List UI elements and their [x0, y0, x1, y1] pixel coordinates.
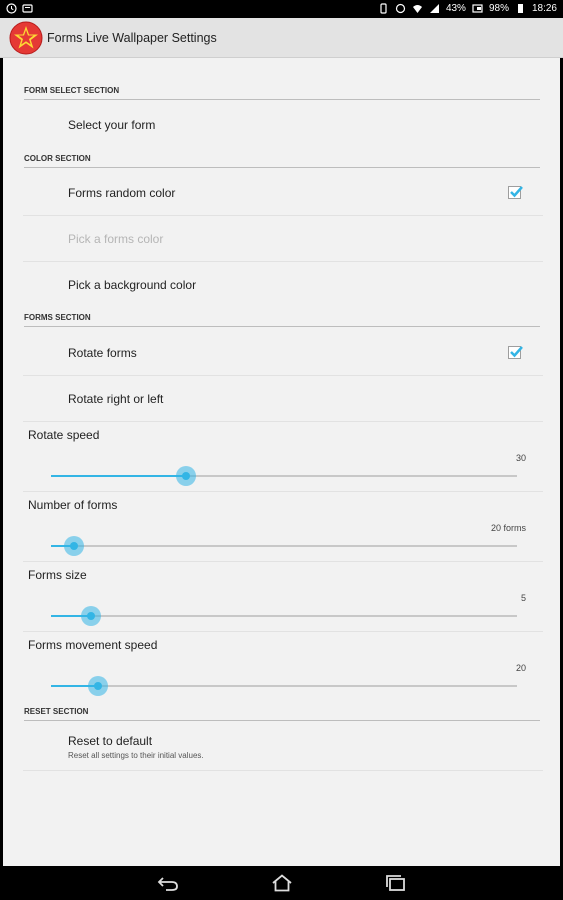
divider: [23, 631, 543, 632]
back-icon[interactable]: [157, 874, 179, 892]
slider-track[interactable]: [51, 676, 517, 696]
status-bar: 43% 98% 18:26: [0, 0, 563, 18]
clock-icon: [6, 3, 17, 14]
slider-value: 5: [520, 593, 526, 603]
slider-thumb[interactable]: [64, 536, 84, 556]
slider-fill: [51, 475, 186, 477]
page-title: Forms Live Wallpaper Settings: [47, 31, 217, 45]
random-color-checkbox[interactable]: [508, 186, 523, 199]
slider-track[interactable]: [51, 466, 517, 486]
vibrate-icon: [380, 3, 387, 14]
divider: [23, 421, 543, 422]
screenshot-icon: [472, 4, 483, 13]
sync-icon: [395, 3, 406, 14]
pref-reset-title: Reset to default: [68, 734, 153, 748]
pref-pick-forms-color-label: Pick a forms color: [68, 232, 164, 246]
rotate-forms-checkbox[interactable]: [508, 346, 523, 359]
pref-pick-background-color-label: Pick a background color: [68, 278, 197, 292]
signal-icon: [429, 4, 439, 13]
slider-track[interactable]: [51, 606, 517, 626]
pref-rotate-forms-label: Rotate forms: [68, 346, 137, 360]
slider-thumb[interactable]: [81, 606, 101, 626]
pref-rotate-forms[interactable]: Rotate forms: [23, 329, 543, 374]
pref-pick-forms-color[interactable]: Pick a forms color: [23, 216, 543, 261]
section-header-color: COLOR SECTION: [24, 154, 540, 168]
pref-random-color-label: Forms random color: [68, 186, 176, 200]
divider: [23, 491, 543, 492]
slider-label: Forms size: [28, 568, 87, 582]
slider-value: 20: [515, 663, 526, 673]
settings-list: FORM SELECT SECTION Select your form COL…: [3, 58, 560, 866]
checkmark-icon: [510, 346, 523, 358]
pref-select-form-label: Select your form: [68, 118, 156, 132]
pref-reset-default[interactable]: Reset to default: [23, 723, 543, 770]
battery-percent-2: 98%: [488, 3, 509, 14]
slider-thumb[interactable]: [176, 466, 196, 486]
action-bar: Forms Live Wallpaper Settings: [0, 18, 563, 58]
slider-label: Forms movement speed: [28, 638, 158, 652]
pref-select-form[interactable]: Select your form: [23, 102, 543, 147]
battery-percent-1: 43%: [445, 3, 466, 14]
pref-rotate-direction[interactable]: Rotate right or left: [23, 376, 543, 421]
slider-label: Rotate speed: [28, 428, 100, 442]
checkmark-icon: [510, 186, 523, 198]
section-header-reset: RESET SECTION: [24, 707, 540, 721]
clock-time: 18:26: [531, 3, 557, 14]
battery-icon: [517, 4, 523, 13]
slider-track[interactable]: [51, 536, 517, 556]
pref-random-color[interactable]: Forms random color: [23, 170, 543, 215]
wifi-icon: [412, 5, 422, 13]
pref-pick-background-color[interactable]: Pick a background color: [23, 262, 543, 307]
slider-label: Number of forms: [28, 498, 118, 512]
slider-value: 30: [515, 453, 526, 463]
slider-thumb[interactable]: [88, 676, 108, 696]
pref-reset-summary: Reset all settings to their initial valu…: [68, 751, 204, 760]
divider: [23, 770, 543, 771]
recents-icon[interactable]: [385, 874, 407, 892]
slider-value: 20 forms: [490, 523, 526, 533]
navigation-bar: [0, 866, 563, 900]
section-header-forms: FORMS SECTION: [24, 313, 540, 327]
notification-icon: [22, 4, 33, 13]
divider: [23, 561, 543, 562]
red-star-icon[interactable]: [9, 21, 43, 55]
pref-rotate-direction-label: Rotate right or left: [68, 392, 164, 406]
home-icon[interactable]: [271, 874, 293, 892]
section-header-form-select: FORM SELECT SECTION: [24, 86, 540, 100]
